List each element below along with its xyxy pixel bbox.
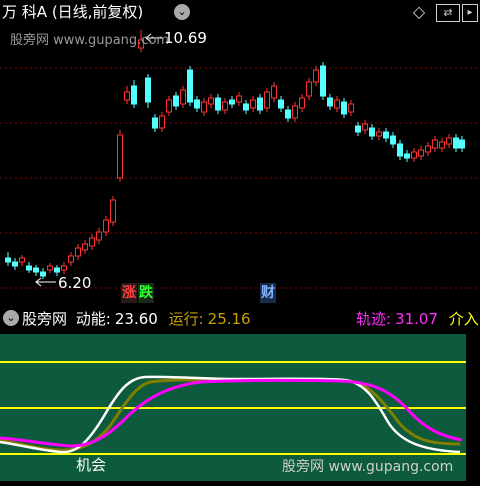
candle-body (459, 139, 465, 149)
candle-body (89, 237, 95, 247)
candle-body (411, 151, 417, 159)
candle-body (446, 137, 452, 145)
candle-body (215, 97, 221, 111)
period-label: (日线,前复权) (51, 3, 144, 21)
fall-badge[interactable]: 跌 (138, 283, 154, 303)
candle-body (383, 131, 389, 139)
candle-body (418, 149, 424, 157)
candle-body (278, 99, 284, 109)
candle-body (243, 103, 249, 111)
scroll-arrow-icon[interactable]: ▸ (462, 4, 478, 22)
candle-body (229, 99, 235, 105)
candle-body (313, 69, 319, 83)
candle-body (68, 255, 74, 263)
candle-body (432, 139, 438, 149)
candle-body (334, 99, 340, 109)
candlestick-panel[interactable]: 万 科A (日线,前复权) ⌄ 股旁网 www.gupang.com ◇ ⇄ ▸… (0, 0, 480, 304)
candles-group (5, 30, 465, 279)
candle-body (96, 231, 102, 241)
candle-body (173, 95, 179, 107)
bottom-watermark: 股旁网 www.gupang.com (282, 459, 454, 475)
diamond-icon[interactable]: ◇ (410, 4, 428, 20)
candle-body (257, 97, 263, 111)
candle-body (362, 123, 368, 131)
period-dropdown-icon[interactable]: ⌄ (174, 4, 190, 20)
candle-body (327, 97, 333, 107)
candle-body (250, 99, 256, 109)
candle-body (103, 219, 109, 233)
stock-name: 万 科A (2, 3, 48, 21)
candle-body (131, 85, 137, 105)
stock-title: 万 科A (日线,前复权) (2, 1, 143, 22)
candle-body (341, 101, 347, 115)
rise-badge[interactable]: 涨 (121, 283, 137, 303)
candle-body (19, 257, 25, 263)
candle-body (110, 199, 116, 223)
candle-body (348, 103, 354, 113)
candle-body (180, 89, 186, 105)
candle-body (187, 69, 193, 103)
candle-body (201, 101, 207, 113)
candle-body (369, 127, 375, 137)
candle-body (355, 125, 361, 133)
candle-body (47, 265, 53, 271)
candle-body (222, 101, 228, 111)
candle-body (82, 243, 88, 251)
candle-body (453, 137, 459, 149)
candle-body (404, 153, 410, 159)
candle-body (425, 145, 431, 153)
candle-body (236, 95, 242, 103)
candle-body (264, 91, 270, 109)
candle-body (26, 265, 32, 271)
candle-body (390, 135, 396, 145)
candle-body (166, 99, 172, 113)
top-watermark: 股旁网 www.gupang.com (10, 33, 170, 48)
candle-body (194, 99, 200, 109)
candle-body (285, 109, 291, 119)
candle-body (320, 65, 326, 97)
candle-body (145, 77, 151, 103)
candle-body (159, 115, 165, 129)
candle-body (271, 85, 277, 99)
candle-body (152, 117, 158, 129)
signal-label: 机会 (76, 456, 107, 474)
indicator-panel[interactable]: ⌄ 股旁网 动能: 23.60 运行: 25.16 轨迹: 31.07 介入 机会 股… (0, 304, 480, 486)
candle-body (397, 143, 403, 157)
candle-body (40, 271, 46, 277)
high-price-label: 10.69 (164, 29, 207, 47)
financial-badge[interactable]: 财 (260, 283, 276, 303)
candle-body (75, 247, 81, 257)
candle-body (439, 141, 445, 149)
candle-body (299, 97, 305, 109)
candle-body (124, 91, 130, 101)
candle-body (33, 267, 39, 273)
candle-body (376, 131, 382, 137)
candle-body (12, 261, 18, 267)
low-price-label: 6.20 (58, 274, 92, 292)
candle-body (5, 257, 11, 263)
candle-body (208, 97, 214, 105)
candle-body (117, 134, 123, 179)
candle-body (61, 265, 67, 271)
candle-body (292, 105, 298, 119)
switch-icon[interactable]: ⇄ (436, 4, 460, 22)
candle-body (54, 267, 60, 273)
candle-body (306, 81, 312, 97)
